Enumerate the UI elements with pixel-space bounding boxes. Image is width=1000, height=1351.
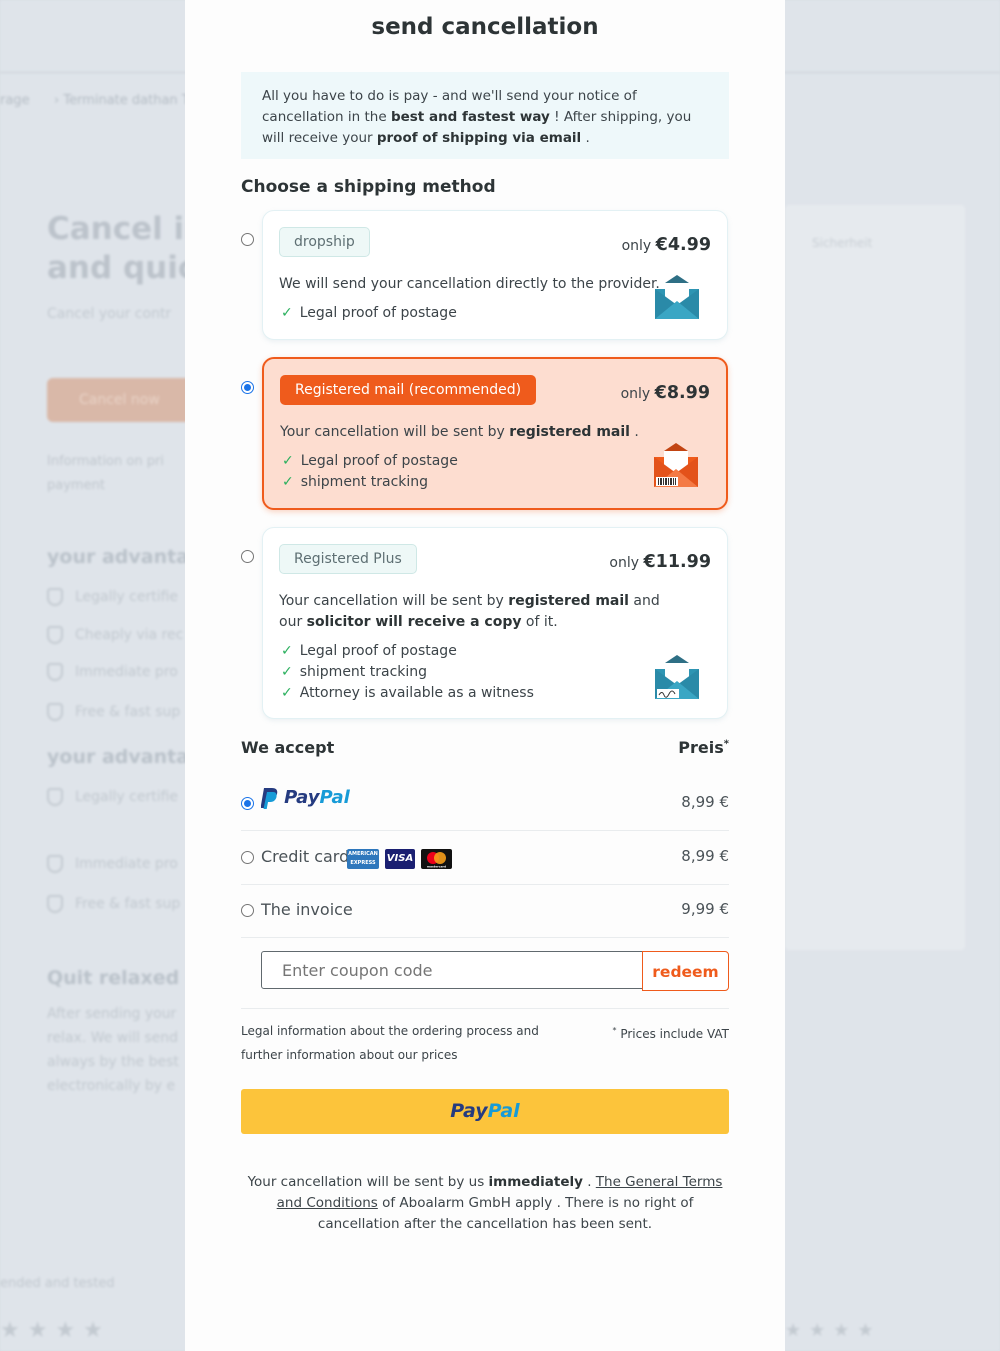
shipping-option-dropship[interactable]: dropship only €4.99 We will send your ca… [262, 210, 728, 340]
shipping-tag-recommended: Registered mail (recommended) [280, 375, 537, 405]
shipping-description: We will send your cancellation directly … [279, 276, 660, 292]
shipping-price: only €8.99 [620, 383, 710, 403]
shipping-radio-dropship[interactable] [241, 233, 254, 246]
check-icon: ✓ [281, 685, 293, 701]
shipping-description: Your cancellation will be sent by regist… [279, 593, 660, 630]
paypal-button-text: Pal [487, 1100, 520, 1122]
registered-envelope-icon [654, 443, 698, 487]
feature-item: ✓ Legal proof of postage [281, 305, 457, 321]
svg-text:mastercard: mastercard [427, 865, 446, 869]
legal-info-link[interactable]: Legal information about the ordering pro… [241, 1019, 551, 1067]
feature-item: ✓ Legal proof of postage [281, 643, 457, 659]
payment-label: Credit card [261, 847, 350, 866]
payment-option-credit-card[interactable]: Credit card AMERICAN EXPRESS VISA master… [241, 831, 729, 885]
feature-item: ✓ Legal proof of postage [282, 453, 458, 469]
paypal-button-text: Pay [450, 1100, 488, 1122]
payment-amount: 8,99 € [681, 847, 729, 865]
paypal-logo: PayPal [260, 787, 350, 813]
payment-amount: 9,99 € [681, 900, 729, 918]
redeem-button[interactable]: redeem [642, 951, 729, 991]
payment-radio-credit-card[interactable] [241, 851, 254, 864]
shipping-option-registered[interactable]: Registered mail (recommended) only €8.99… [262, 357, 728, 510]
shipping-price: only €4.99 [621, 235, 711, 255]
shipping-option-registered-plus[interactable]: Registered Plus only €11.99 Your cancell… [262, 527, 728, 719]
paypal-icon [260, 787, 278, 809]
feature-item: ✓ Attorney is available as a witness [281, 685, 534, 701]
payment-option-paypal[interactable]: PayPal 8,99 € [241, 777, 729, 831]
vat-note: * Prices include VAT [612, 1026, 730, 1041]
shipping-tag: Registered Plus [279, 544, 417, 574]
payment-radio-paypal[interactable] [241, 797, 254, 810]
accept-heading: We accept [241, 738, 335, 757]
coupon-input[interactable] [261, 951, 643, 989]
shipping-radio-registered-plus[interactable] [241, 550, 254, 563]
shipping-price: only €11.99 [609, 552, 711, 572]
payment-label: The invoice [261, 900, 353, 919]
feature-item: ✓ shipment tracking [281, 664, 428, 680]
intro-bold: proof of shipping via email [376, 130, 582, 146]
check-icon: ✓ [282, 474, 294, 490]
shipping-heading: Choose a shipping method [241, 177, 496, 197]
payment-radio-invoice[interactable] [241, 904, 254, 917]
payment-option-invoice[interactable]: The invoice 9,99 € [241, 884, 729, 938]
intro-box: All you have to do is pay - and we'll se… [241, 72, 729, 159]
shipping-radio-registered[interactable] [241, 381, 254, 394]
check-icon: ✓ [281, 664, 293, 680]
payment-amount: 8,99 € [681, 793, 729, 811]
cancellation-modal: send cancellation All you have to do is … [185, 0, 785, 1351]
price-heading: Preis* [678, 738, 729, 757]
intro-bold: best and fastest way [390, 109, 550, 125]
check-icon: ✓ [281, 643, 293, 659]
paypal-checkout-button[interactable]: PayPal [241, 1089, 729, 1134]
signed-envelope-icon [655, 655, 699, 699]
shipping-tag: dropship [279, 227, 370, 257]
intro-text: . [581, 130, 590, 146]
amex-icon: AMERICAN EXPRESS [347, 849, 379, 869]
feature-item: ✓ shipment tracking [282, 474, 429, 490]
divider [241, 1008, 729, 1009]
mastercard-icon: mastercard [421, 849, 452, 869]
terms-footnote: Your cancellation will be sent by us imm… [247, 1174, 723, 1232]
visa-icon: VISA [385, 849, 415, 869]
check-icon: ✓ [281, 305, 293, 321]
modal-title: send cancellation [371, 14, 599, 40]
envelope-icon [655, 275, 699, 319]
shipping-description: Your cancellation will be sent by regist… [280, 424, 639, 440]
check-icon: ✓ [282, 453, 294, 469]
